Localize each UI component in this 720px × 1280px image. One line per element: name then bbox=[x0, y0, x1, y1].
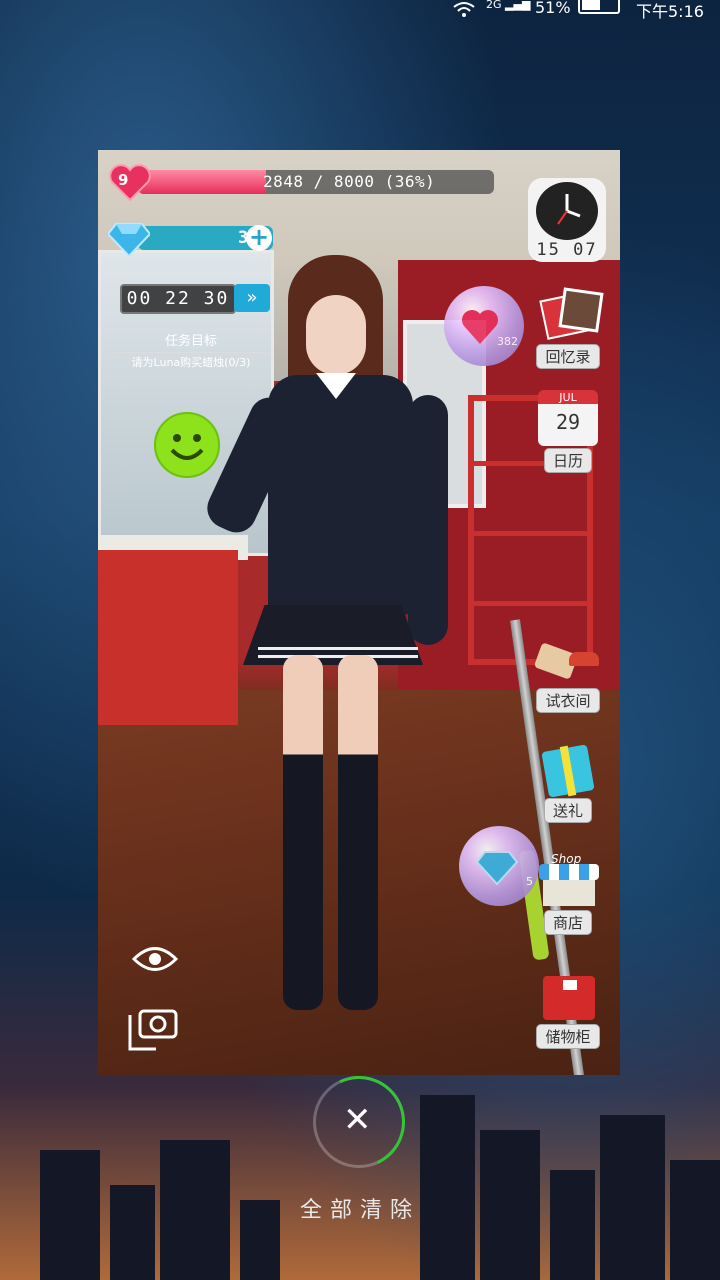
dressing-room-button[interactable]: 试衣间 bbox=[526, 632, 610, 713]
smiley-mood-icon[interactable] bbox=[154, 412, 220, 478]
battery-percent: 51% bbox=[535, 0, 571, 17]
app-preview-card[interactable]: 2848 / 8000 (36%) 9 309 + 00 22 30 » 任务目… bbox=[98, 150, 620, 1075]
close-icon[interactable]: ✕ bbox=[343, 1100, 372, 1140]
add-gems-button[interactable]: + bbox=[246, 225, 272, 251]
eye-icon[interactable] bbox=[132, 942, 178, 976]
gift-label: 送礼 bbox=[543, 798, 592, 823]
task-panel: 任务目标 请为Luna购买蜡烛(0/3) bbox=[116, 330, 266, 370]
affection-bar-fill bbox=[138, 170, 267, 194]
calendar-icon: JUL 29 bbox=[538, 390, 598, 446]
memories-button[interactable]: 回忆录 bbox=[526, 287, 610, 369]
gift-box-icon bbox=[533, 742, 603, 798]
shop-button[interactable]: Shop 商店 bbox=[526, 852, 610, 935]
skip-timer-button[interactable]: » bbox=[234, 284, 270, 312]
heart-level-icon: 9 bbox=[108, 162, 152, 202]
locker-label: 储物柜 bbox=[536, 1024, 600, 1049]
clock-time: 下午5:16 bbox=[636, 2, 704, 21]
camera-icon[interactable] bbox=[126, 1005, 180, 1053]
shop-label: 商店 bbox=[543, 910, 592, 935]
clock-icon bbox=[536, 182, 598, 240]
wifi-icon bbox=[453, 2, 475, 17]
cellular-signal-icon: 2G ▂▄▆ bbox=[486, 0, 531, 11]
heart-bubble[interactable]: 382 bbox=[444, 286, 524, 366]
affection-bar: 2848 / 8000 (36%) bbox=[138, 170, 494, 194]
calendar-button[interactable]: JUL 29 日历 bbox=[526, 390, 610, 473]
locker-button[interactable]: 储物柜 bbox=[526, 968, 610, 1049]
affection-text: 2848 / 8000 (36%) bbox=[263, 172, 436, 191]
network-type: 2G bbox=[486, 0, 502, 11]
level-number: 9 bbox=[118, 171, 129, 189]
character-luna[interactable] bbox=[200, 255, 538, 1055]
clock-display: 15 07 bbox=[536, 240, 598, 260]
calendar-day: 29 bbox=[555, 410, 581, 434]
calendar-label: 日历 bbox=[543, 448, 592, 473]
heart-bubble-count: 382 bbox=[497, 335, 518, 348]
photo-album-icon bbox=[533, 287, 604, 342]
game-clock[interactable]: 15 07 bbox=[528, 178, 606, 262]
dressing-room-label: 试衣间 bbox=[536, 688, 600, 713]
task-title: 任务目标 bbox=[164, 334, 217, 349]
task-description: 请为Luna购买蜡烛(0/3) bbox=[131, 356, 251, 369]
diamond-icon bbox=[108, 223, 150, 256]
storage-box-icon bbox=[533, 968, 603, 1022]
task-timer: 00 22 30 bbox=[120, 284, 236, 314]
battery-icon bbox=[578, 0, 620, 14]
heart-icon bbox=[462, 310, 498, 344]
memories-label: 回忆录 bbox=[536, 344, 600, 369]
status-bar: 2G ▂▄▆ 51% 下午5:16 bbox=[0, 0, 720, 22]
shoes-bag-icon bbox=[533, 632, 603, 686]
shop-sign: Shop bbox=[551, 852, 582, 866]
calendar-month: JUL bbox=[559, 391, 577, 404]
shop-icon: Shop bbox=[533, 852, 603, 908]
clear-all-label: 全部清除 bbox=[299, 1198, 420, 1223]
kitchen-counter bbox=[98, 550, 238, 725]
gift-button[interactable]: 送礼 bbox=[526, 742, 610, 823]
